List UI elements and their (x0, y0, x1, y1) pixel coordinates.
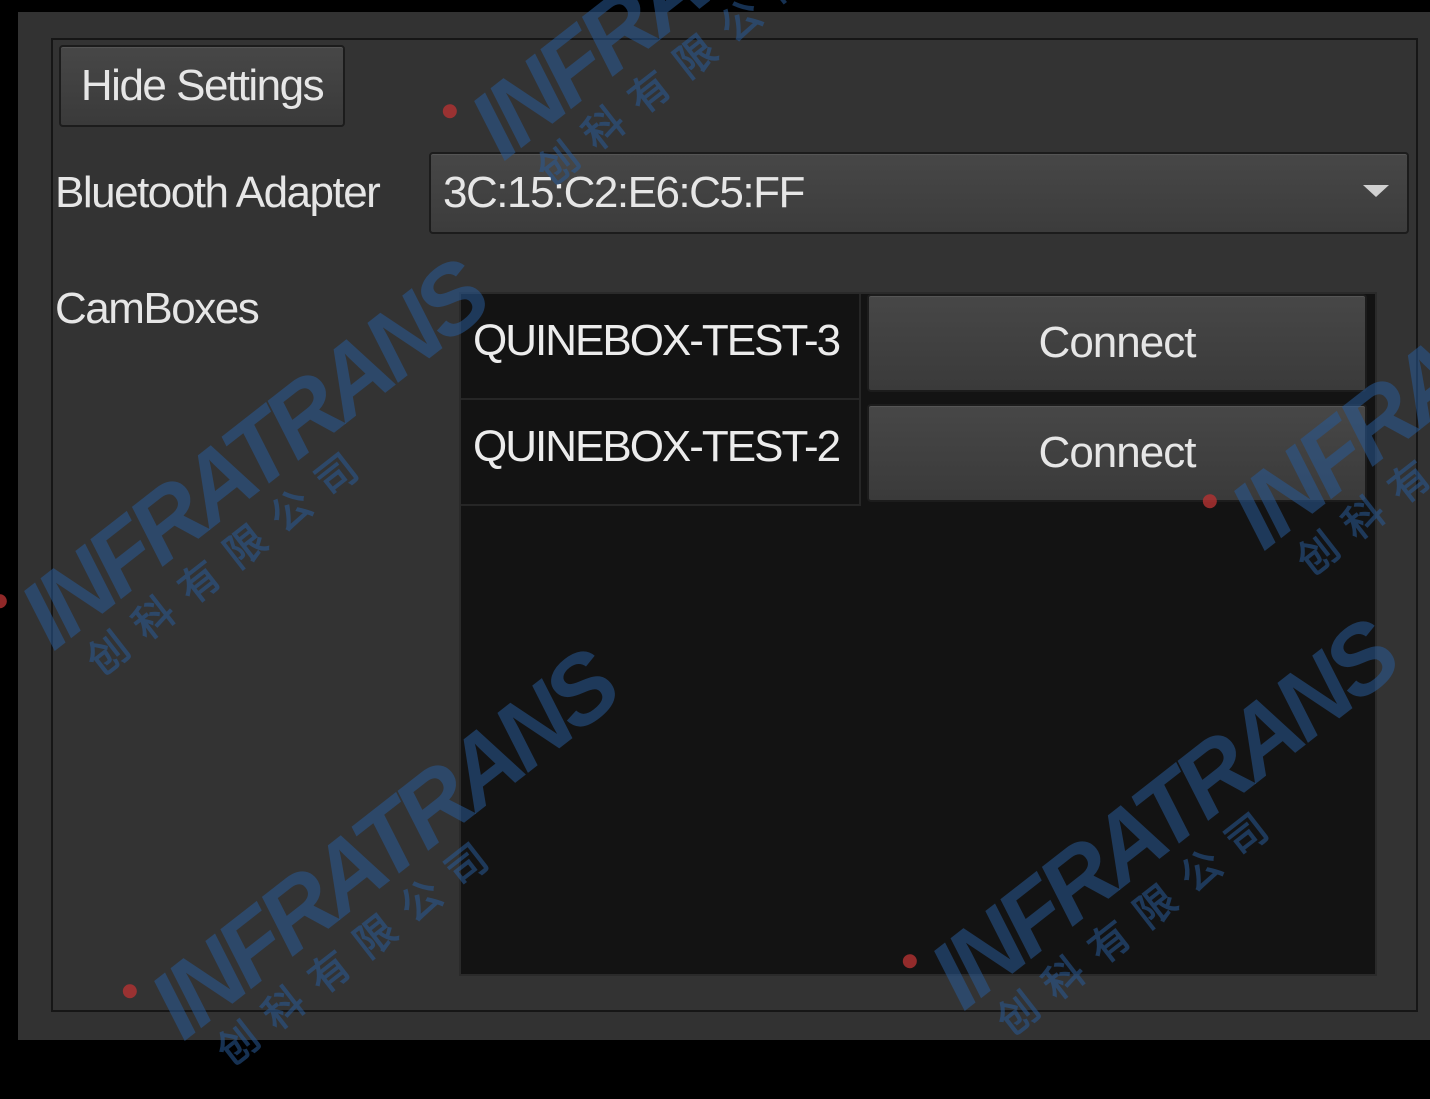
camboxes-label: CamBoxes (55, 284, 260, 333)
settings-panel: Hide Settings Bluetooth Adapter 3C:15:C2… (51, 38, 1418, 1012)
camboxes-list: QUINEBOX-TEST-3 Connect QUINEBOX-TEST-2 … (459, 292, 1377, 976)
bluetooth-adapter-select[interactable]: 3C:15:C2:E6:C5:FF (429, 152, 1409, 234)
list-item: QUINEBOX-TEST-2 Connect (461, 400, 1375, 506)
connect-button[interactable]: Connect (867, 404, 1367, 502)
cambox-name: QUINEBOX-TEST-3 (473, 316, 841, 365)
settings-window: Hide Settings Bluetooth Adapter 3C:15:C2… (18, 12, 1430, 1040)
list-item: QUINEBOX-TEST-3 Connect (461, 294, 1375, 400)
cambox-name-cell: QUINEBOX-TEST-3 (461, 294, 861, 400)
cambox-name: QUINEBOX-TEST-2 (473, 422, 841, 471)
hide-settings-button[interactable]: Hide Settings (59, 45, 345, 127)
watermark-dot-icon (0, 591, 10, 612)
connect-button[interactable]: Connect (867, 294, 1367, 392)
bluetooth-adapter-value: 3C:15:C2:E6:C5:FF (443, 168, 805, 217)
cambox-name-cell: QUINEBOX-TEST-2 (461, 400, 861, 506)
chevron-down-icon (1363, 185, 1389, 197)
bluetooth-adapter-label: Bluetooth Adapter (55, 168, 381, 217)
